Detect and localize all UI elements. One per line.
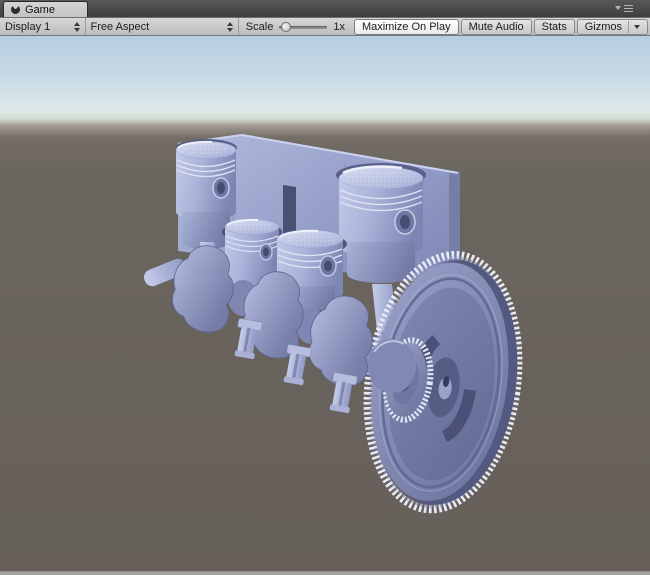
- stats-button[interactable]: Stats: [534, 19, 575, 35]
- slider-knob[interactable]: [281, 22, 291, 32]
- gizmos-button[interactable]: Gizmos: [577, 19, 648, 35]
- dropdown-arrows-icon: [227, 22, 233, 32]
- scale-slider[interactable]: [279, 21, 327, 33]
- mute-audio-button[interactable]: Mute Audio: [461, 19, 532, 35]
- game-toolbar: Display 1 Free Aspect Scale 1x Maximize …: [0, 17, 650, 36]
- scale-control: Scale 1x: [239, 18, 352, 35]
- game-viewport[interactable]: [0, 36, 650, 571]
- game-view-icon: [11, 5, 20, 14]
- tab-label: Game: [25, 4, 55, 16]
- game-panel: Game Display 1 Free Aspect Scale 1x Maxi…: [0, 0, 650, 575]
- tab-game[interactable]: Game: [3, 1, 88, 17]
- scale-label: Scale: [246, 21, 274, 33]
- maximize-on-play-button[interactable]: Maximize On Play: [354, 19, 459, 35]
- gizmos-dropdown-icon[interactable]: [628, 21, 640, 33]
- caret-down-icon: [615, 6, 621, 10]
- crank-hub: [368, 339, 416, 393]
- tab-bar: Game: [0, 0, 650, 17]
- window-bottom-edge: [0, 571, 650, 575]
- game-viewport-render: [0, 36, 650, 571]
- display-dropdown[interactable]: Display 1: [0, 18, 86, 35]
- panel-menu-icon[interactable]: [615, 6, 633, 10]
- aspect-dropdown[interactable]: Free Aspect: [86, 18, 239, 35]
- display-dropdown-label: Display 1: [5, 21, 68, 33]
- gizmos-label: Gizmos: [585, 21, 622, 33]
- toolbar-buttons: Maximize On Play Mute Audio Stats Gizmos: [352, 18, 650, 35]
- aspect-dropdown-label: Free Aspect: [91, 21, 221, 33]
- dropdown-arrows-icon: [74, 22, 80, 32]
- scale-value: 1x: [333, 21, 345, 33]
- hamburger-icon: [624, 8, 633, 9]
